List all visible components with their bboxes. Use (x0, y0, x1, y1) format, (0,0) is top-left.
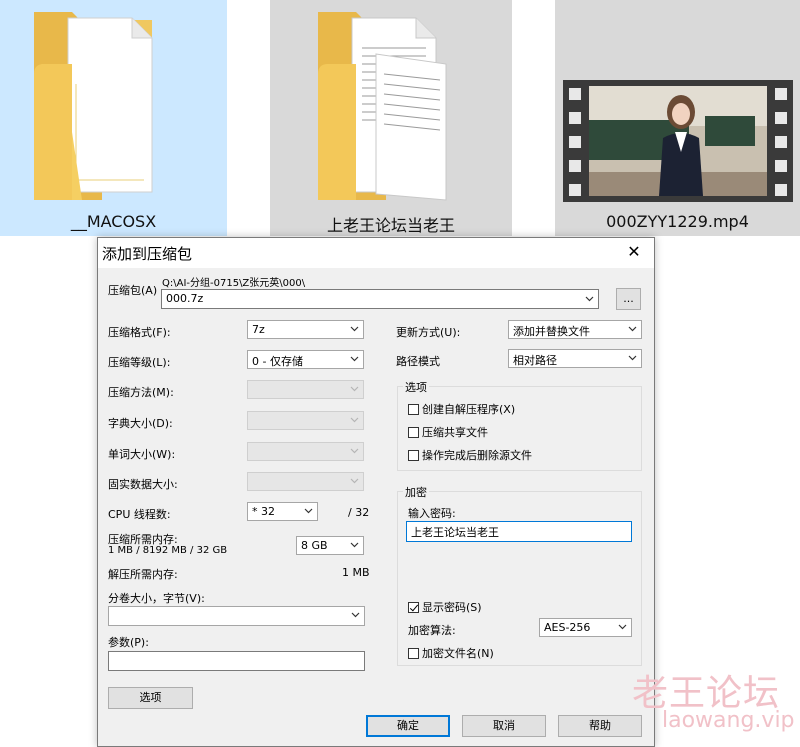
shared-files-label: 压缩共享文件 (422, 426, 488, 439)
path-mode-select[interactable]: 相对路径 (508, 349, 642, 368)
password-value: 上老王论坛当老王 (411, 526, 499, 539)
folder-icon (318, 12, 447, 201)
chevron-down-icon (350, 542, 359, 548)
file-item-macosx[interactable]: __MACOSX (0, 0, 227, 236)
file-name: __MACOSX (70, 212, 157, 231)
shared-files-checkbox[interactable]: 压缩共享文件 (408, 424, 488, 440)
chevron-down-icon (628, 326, 637, 332)
solid-label: 固实数据大小: (108, 478, 178, 491)
mem-compress-detail: 1 MB / 8192 MB / 32 GB (108, 545, 228, 556)
method-select[interactable] (247, 380, 364, 399)
file-item-folder[interactable]: 上老王论坛当老王 (270, 0, 512, 236)
checkbox-icon (408, 427, 419, 438)
chevron-down-icon (304, 508, 313, 514)
update-mode-label: 更新方式(U): (396, 326, 461, 339)
solid-select[interactable] (247, 472, 364, 491)
encrypt-names-checkbox[interactable]: 加密文件名(N) (408, 645, 494, 661)
dict-label: 字典大小(D): (108, 417, 173, 430)
cpu-max: / 32 (348, 506, 370, 519)
format-label: 压缩格式(F): (108, 326, 171, 339)
dialog-title: 添加到压缩包 (102, 245, 193, 263)
add-to-archive-dialog: 添加到压缩包 ✕ 压缩包(A) Q:\AI-分组-0715\Z张元英\000\ … (97, 237, 655, 747)
file-explorer: __MACOSX 上老王论坛当老王 000ZYY1229.mp4 (0, 0, 800, 236)
help-button[interactable]: 帮助 (558, 715, 642, 737)
chevron-down-icon (351, 612, 360, 618)
title-bar: 添加到压缩包 ✕ (98, 238, 654, 268)
chevron-down-icon (350, 326, 359, 332)
browse-button[interactable]: ... (616, 288, 641, 310)
mem-decompress-label: 解压所需内存: (108, 568, 178, 581)
cancel-button[interactable]: 取消 (462, 715, 546, 737)
path-mode-value: 相对路径 (513, 354, 557, 367)
archive-path: Q:\AI-分组-0715\Z张元英\000\ (162, 278, 306, 289)
delete-after-label: 操作完成后删除源文件 (422, 449, 532, 462)
mem-compress-value: 8 GB (301, 539, 328, 552)
level-value: 0 - 仅存储 (252, 355, 303, 368)
path-mode-label: 路径模式 (396, 355, 440, 368)
format-select[interactable]: 7z (247, 320, 364, 339)
file-name: 000ZYY1229.mp4 (606, 212, 749, 231)
file-item-video[interactable]: 000ZYY1229.mp4 (555, 0, 800, 236)
checkbox-checked-icon (408, 602, 419, 613)
cpu-label: CPU 线程数: (108, 508, 171, 521)
sfx-checkbox[interactable]: 创建自解压程序(X) (408, 401, 515, 417)
volume-label: 分卷大小，字节(V): (108, 592, 205, 605)
checkbox-icon (408, 450, 419, 461)
password-input[interactable]: 上老王论坛当老王 (406, 521, 632, 542)
options-button[interactable]: 选项 (108, 687, 193, 709)
dict-select[interactable] (247, 411, 364, 430)
encryption-method-select[interactable]: AES-256 (539, 618, 632, 637)
checkbox-icon (408, 648, 419, 659)
mem-compress-select[interactable]: 8 GB (296, 536, 364, 555)
watermark-url: laowang.vip (662, 708, 795, 733)
delete-after-checkbox[interactable]: 操作完成后删除源文件 (408, 447, 532, 463)
mem-decompress-value: 1 MB (342, 566, 370, 579)
chevron-down-icon (350, 448, 359, 454)
archive-name-input[interactable]: 000.7z (161, 289, 599, 309)
chevron-down-icon (350, 386, 359, 392)
chevron-down-icon (350, 417, 359, 423)
encrypt-names-label: 加密文件名(N) (422, 647, 494, 660)
chevron-down-icon[interactable] (585, 294, 594, 303)
level-label: 压缩等级(L): (108, 356, 171, 369)
ok-button[interactable]: 确定 (366, 715, 450, 737)
sfx-label: 创建自解压程序(X) (422, 403, 516, 416)
checkbox-icon (408, 404, 419, 415)
params-input[interactable] (108, 651, 365, 671)
level-select[interactable]: 0 - 仅存储 (247, 350, 364, 369)
folder-icon (34, 12, 153, 200)
word-label: 单词大小(W): (108, 448, 176, 461)
volume-size-select[interactable] (108, 606, 365, 626)
update-mode-select[interactable]: 添加并替换文件 (508, 320, 642, 339)
chevron-down-icon (350, 356, 359, 362)
file-name: 上老王论坛当老王 (326, 216, 455, 235)
word-select[interactable] (247, 442, 364, 461)
cpu-threads-value: * 32 (252, 505, 275, 518)
format-value: 7z (252, 323, 265, 336)
close-icon[interactable]: ✕ (624, 242, 644, 261)
show-password-label: 显示密码(S) (422, 601, 482, 614)
update-mode-value: 添加并替换文件 (513, 325, 590, 338)
show-password-checkbox[interactable]: 显示密码(S) (408, 599, 482, 615)
password-label: 输入密码: (408, 507, 456, 520)
encryption-method-label: 加密算法: (408, 624, 456, 637)
method-label: 压缩方法(M): (108, 386, 174, 399)
archive-name-value: 000.7z (166, 292, 204, 305)
chevron-down-icon (618, 624, 627, 630)
chevron-down-icon (350, 478, 359, 484)
options-group-title: 选项 (403, 379, 429, 395)
encryption-group-title: 加密 (403, 484, 429, 500)
archive-label: 压缩包(A) (108, 284, 158, 297)
params-label: 参数(P): (108, 636, 149, 649)
video-thumbnail-icon (563, 80, 793, 202)
cpu-threads-select[interactable]: * 32 (247, 502, 318, 521)
chevron-down-icon (628, 355, 637, 361)
encryption-method-value: AES-256 (544, 621, 591, 634)
